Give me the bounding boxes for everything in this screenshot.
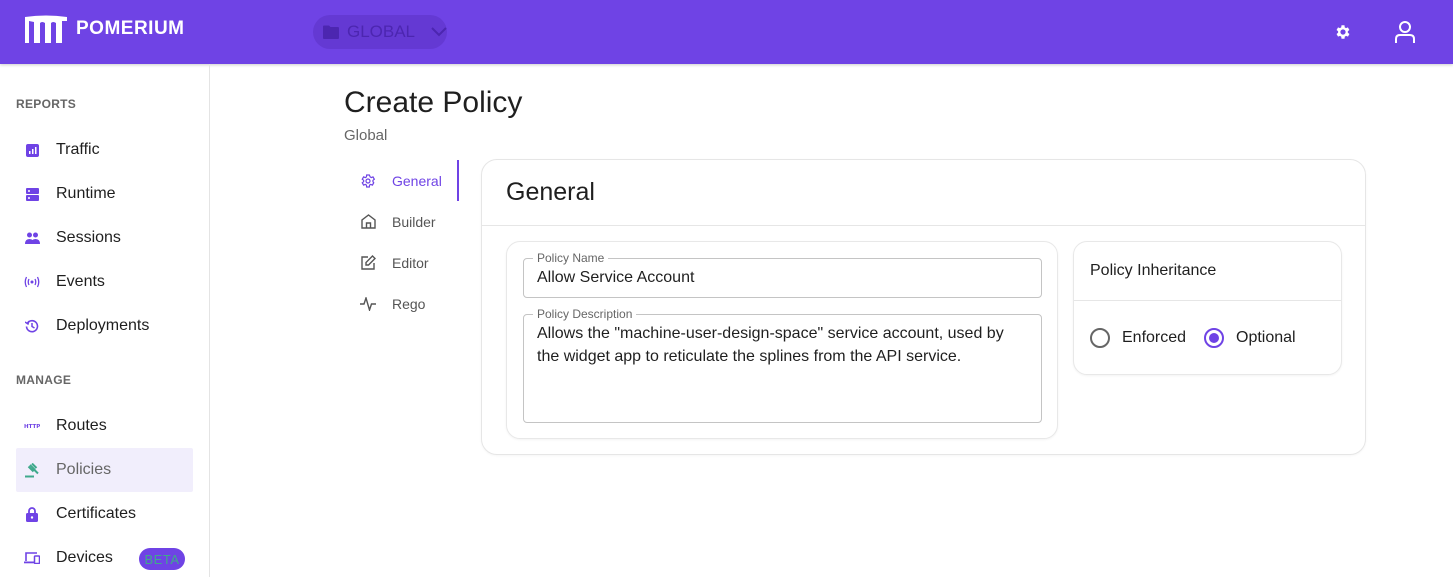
tab-label: Builder [392,213,436,230]
settings-button[interactable] [1331,20,1355,44]
pomerium-logo-icon [25,15,67,43]
policy-description-field[interactable]: Policy Description Allows the "machine-u… [523,307,1042,423]
folder-icon [323,25,339,39]
gear-outline-icon [360,173,376,189]
sidebar-item-label: Certificates [56,505,137,522]
policy-tabs: General Builder Editor Rego [344,160,459,324]
bar-chart-icon [24,142,40,158]
user-icon [1395,21,1415,43]
sidebar-item-label: Routes [56,417,107,434]
pulse-icon [360,296,376,312]
policy-name-field[interactable]: Policy Name Allow Service Account [523,251,1042,298]
sidebar-item-label: Deployments [56,317,150,334]
sidebar-item-certificates[interactable]: Certificates [16,492,193,536]
beta-badge: BETA [139,548,185,570]
tab-rego[interactable]: Rego [344,283,459,324]
tab-builder[interactable]: Builder [344,201,459,242]
policy-name-input[interactable]: Allow Service Account [537,266,694,289]
general-card: General Policy Name Allow Service Accoun… [481,159,1366,455]
sidebar-item-label: Runtime [56,185,116,202]
general-card-title: General [482,160,1365,226]
page-title: Create Policy [344,86,523,119]
sidebar-item-label: Sessions [56,229,121,246]
top-app-bar: POMERIUM GLOBAL [0,0,1453,64]
policy-description-textarea[interactable]: Allows the "machine-user-design-space" s… [537,322,1021,368]
radio-enforced[interactable]: Enforced [1090,328,1186,348]
page-subtitle: Global [344,127,388,144]
sidebar-item-policies[interactable]: Policies [16,448,193,492]
edit-icon [360,255,376,271]
policy-details-card: Policy Name Allow Service Account Policy… [506,241,1058,439]
namespace-selector[interactable]: GLOBAL [313,15,447,49]
radio-label: Enforced [1122,329,1187,346]
radio-optional[interactable]: Optional [1204,328,1296,348]
sidebar-item-runtime[interactable]: Runtime [16,172,193,216]
namespace-label: GLOBAL [346,22,416,41]
sidebar-item-label: Events [56,273,105,290]
svg-text:HTTP: HTTP [24,424,40,430]
policy-inheritance-title: Policy Inheritance [1090,262,1217,279]
broadcast-icon [24,274,40,290]
divider [1074,300,1341,301]
policy-name-label: Policy Name [533,251,609,265]
tab-label: Rego [392,295,426,312]
sidebar-item-routes[interactable]: HTTP Routes [16,404,193,448]
section-title-reports: REPORTS [16,97,77,111]
history-icon [24,318,40,334]
sidebar-item-label: Traffic [56,141,100,158]
sidebar-item-label: Policies [56,461,112,478]
brand-name: POMERIUM [76,18,185,39]
radio-label: Optional [1236,329,1296,346]
chevron-down-icon [431,27,447,37]
policy-inheritance-card: Policy Inheritance Enforced Optional [1073,241,1342,375]
server-icon [24,186,40,202]
gavel-icon [24,462,40,478]
lock-icon [24,506,40,522]
sidebar-item-devices[interactable]: Devices BETA [16,536,193,580]
sidebar-item-traffic[interactable]: Traffic [16,128,193,172]
pomerium-logo[interactable]: POMERIUM [24,14,185,44]
sidebar: REPORTS Traffic Runtime Sessions Events … [0,64,210,577]
section-title-manage: MANAGE [16,373,72,387]
tab-general[interactable]: General [344,160,459,201]
home-icon [360,214,376,230]
sidebar-item-events[interactable]: Events [16,260,193,304]
sidebar-item-deployments[interactable]: Deployments [16,304,193,348]
devices-icon [24,550,40,566]
people-icon [24,230,40,246]
tab-label: Editor [392,254,429,271]
user-menu-button[interactable] [1393,20,1417,44]
policy-description-label: Policy Description [533,307,637,321]
tab-editor[interactable]: Editor [344,242,459,283]
gear-icon [1336,25,1350,39]
sidebar-item-sessions[interactable]: Sessions [16,216,193,260]
radio-unchecked-icon[interactable] [1090,328,1110,348]
sidebar-item-label: Devices [56,549,113,566]
tab-label: General [392,172,442,189]
radio-checked-icon[interactable] [1204,328,1224,348]
http-icon: HTTP [24,418,40,434]
